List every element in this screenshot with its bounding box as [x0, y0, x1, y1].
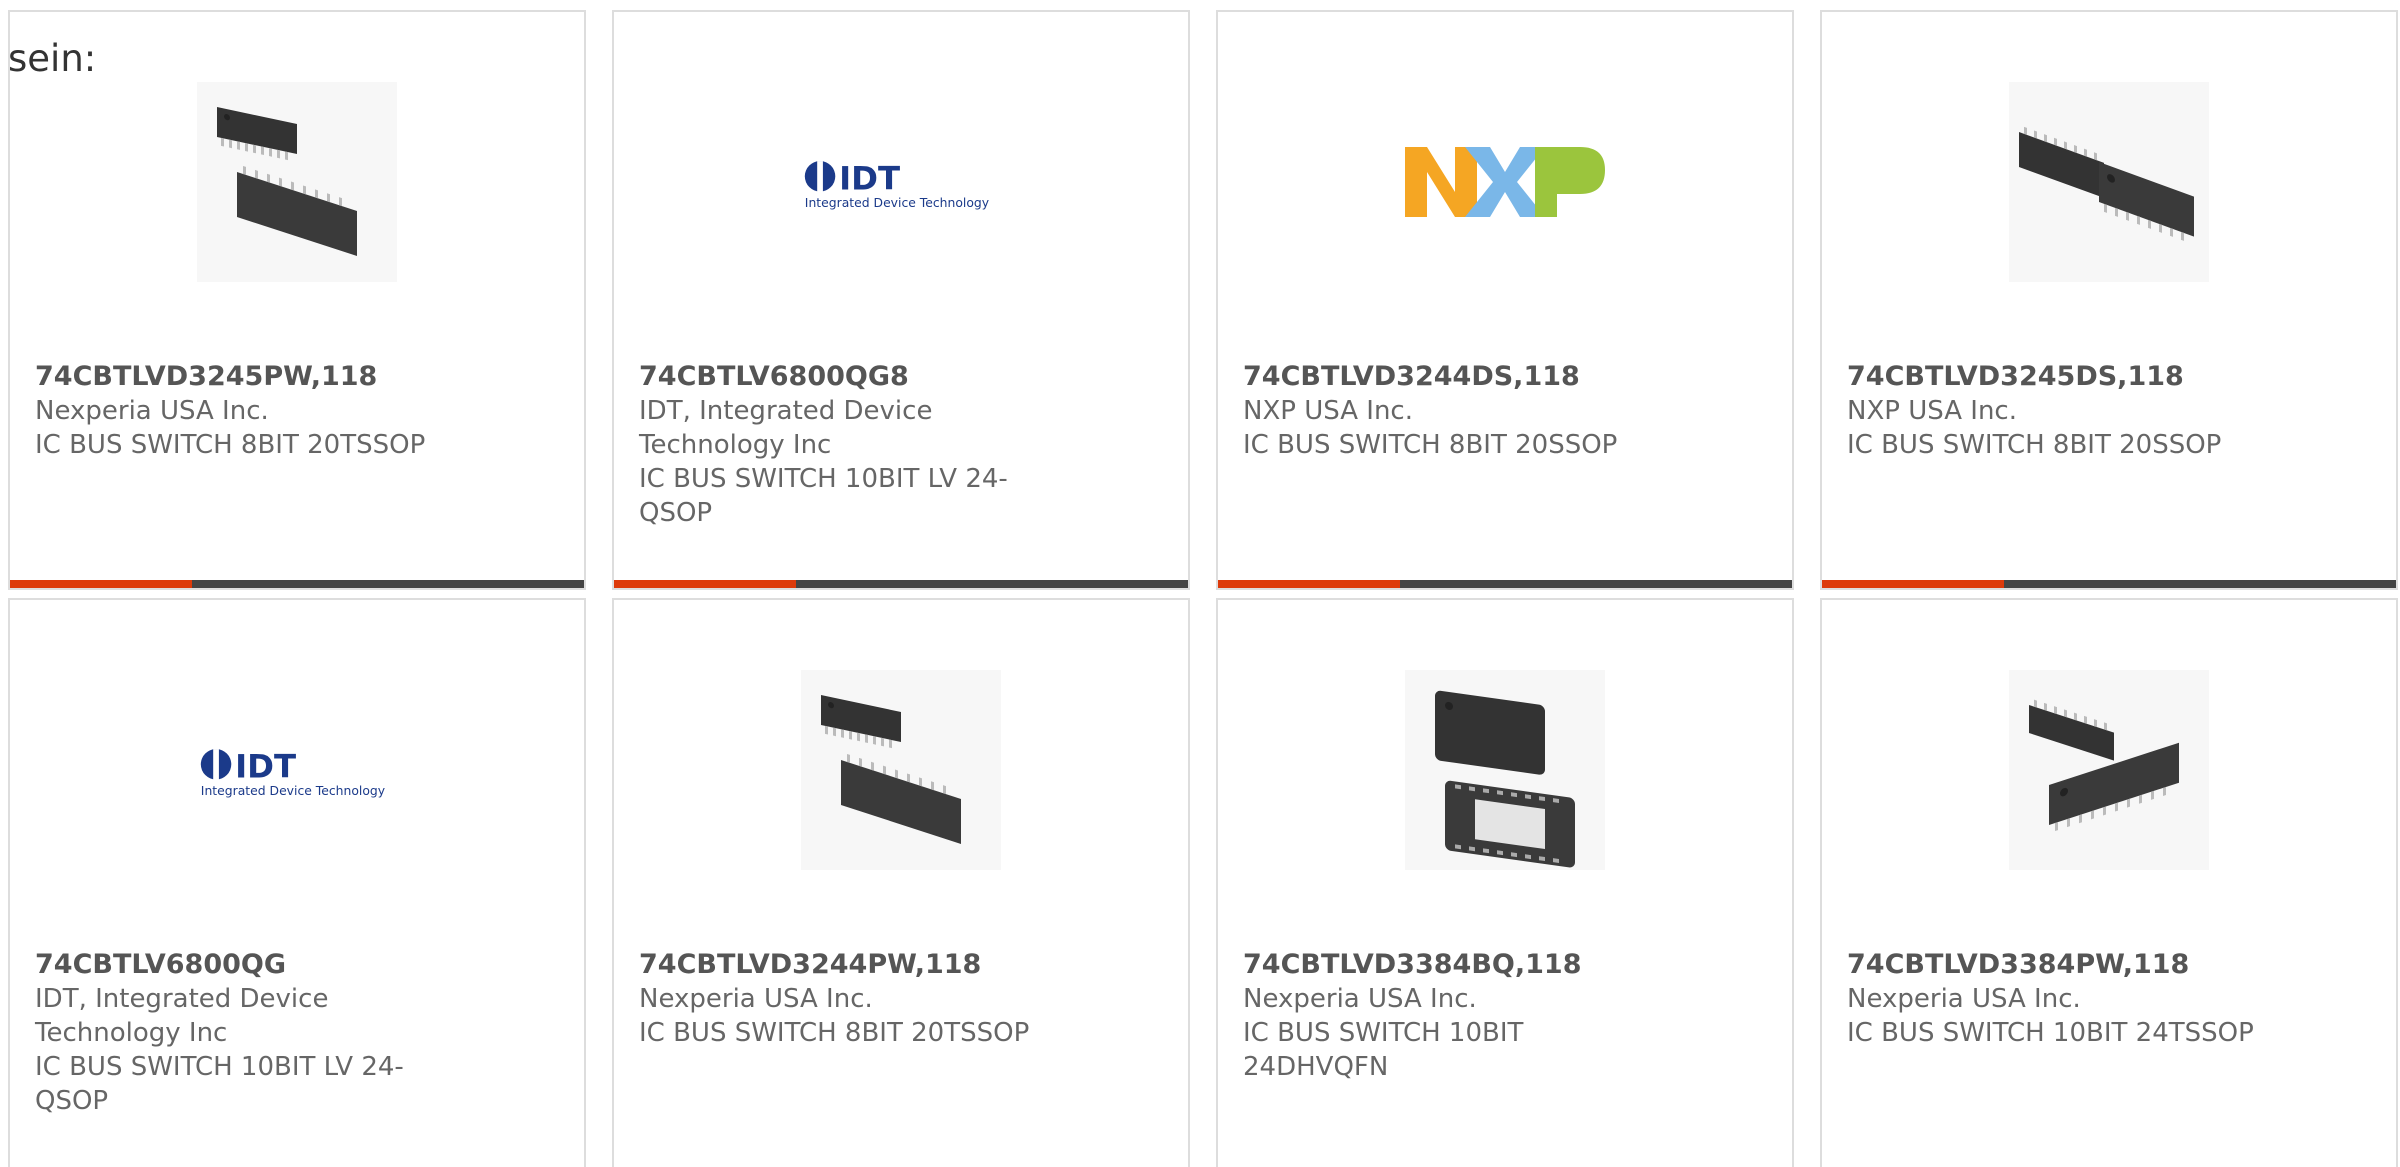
chip-pair-icon — [2009, 82, 2209, 282]
chip-pair-icon — [197, 82, 397, 282]
qfn-chip-icon — [1405, 670, 1605, 870]
part-number[interactable]: 74CBTLVD3384BQ,118 — [1243, 948, 1663, 982]
manufacturer: Nexperia USA Inc. — [35, 396, 269, 426]
card-footer-bar — [10, 580, 584, 588]
svg-text:Integrated Device Technology: Integrated Device Technology — [201, 784, 385, 798]
description: IC BUS SWITCH 8BIT 20SSOP — [1243, 430, 1618, 460]
svg-text:IDT: IDT — [235, 748, 296, 786]
accent-bar — [1218, 580, 1400, 588]
product-info: 74CBTLVD3384PW,118 Nexperia USA Inc. IC … — [1847, 948, 2267, 1050]
card-footer-bar — [614, 580, 1188, 588]
part-number[interactable]: 74CBTLV6800QG8 — [639, 360, 1059, 394]
chip-pair-icon — [801, 670, 1001, 870]
manufacturer: NXP USA Inc. — [1847, 396, 2017, 426]
product-image[interactable] — [1405, 82, 1605, 282]
description: IC BUS SWITCH 8BIT 20TSSOP — [639, 1018, 1030, 1048]
chip-pair-icon — [2009, 670, 2209, 870]
product-image[interactable] — [197, 82, 397, 282]
product-card[interactable]: IDT Integrated Device Technology 74CBTLV… — [8, 598, 586, 1167]
manufacturer: Nexperia USA Inc. — [639, 984, 873, 1014]
product-info: 74CBTLV6800QG8 IDT, Integrated Device Te… — [639, 360, 1059, 530]
accent-bar — [10, 580, 192, 588]
product-card[interactable]: 74CBTLVD3244PW,118 Nexperia USA Inc. IC … — [612, 598, 1190, 1167]
description: IC BUS SWITCH 10BIT 24TSSOP — [1847, 1018, 2254, 1048]
product-image[interactable] — [1405, 670, 1605, 870]
manufacturer: NXP USA Inc. — [1243, 396, 1413, 426]
product-card[interactable]: IDT Integrated Device Technology 74CBTLV… — [612, 10, 1190, 590]
manufacturer: IDT, Integrated Device Technology Inc — [639, 396, 933, 460]
product-grid-page: sein: 74CBTLVD3245PW,118 Nexperia USA In… — [0, 0, 2400, 1167]
idt-logo-icon: IDT Integrated Device Technology — [200, 748, 385, 798]
product-info: 74CBTLV6800QG IDT, Integrated Device Tec… — [35, 948, 455, 1118]
product-info: 74CBTLVD3244PW,118 Nexperia USA Inc. IC … — [639, 948, 1059, 1050]
card-footer-bar — [1218, 580, 1792, 588]
part-number[interactable]: 74CBTLV6800QG — [35, 948, 455, 982]
part-number[interactable]: 74CBTLVD3245DS,118 — [1847, 360, 2267, 394]
product-image[interactable] — [2009, 670, 2209, 870]
description: IC BUS SWITCH 8BIT 20TSSOP — [35, 430, 426, 460]
product-info: 74CBTLVD3245PW,118 Nexperia USA Inc. IC … — [35, 360, 455, 462]
product-info: 74CBTLVD3384BQ,118 Nexperia USA Inc. IC … — [1243, 948, 1663, 1084]
svg-text:Integrated Device Technology: Integrated Device Technology — [805, 196, 989, 210]
nxp-logo-icon — [1405, 147, 1605, 217]
card-footer-bar — [1822, 580, 2396, 588]
svg-text:IDT: IDT — [839, 160, 900, 198]
description: IC BUS SWITCH 10BIT 24DHVQFN — [1243, 1018, 1524, 1082]
product-image[interactable] — [801, 670, 1001, 870]
product-info: 74CBTLVD3245DS,118 NXP USA Inc. IC BUS S… — [1847, 360, 2267, 462]
description: IC BUS SWITCH 10BIT LV 24-QSOP — [639, 464, 1008, 528]
product-card[interactable]: 74CBTLVD3244DS,118 NXP USA Inc. IC BUS S… — [1216, 10, 1794, 590]
part-number[interactable]: 74CBTLVD3384PW,118 — [1847, 948, 2267, 982]
manufacturer: IDT, Integrated Device Technology Inc — [35, 984, 329, 1048]
description: IC BUS SWITCH 10BIT LV 24-QSOP — [35, 1052, 404, 1116]
accent-bar — [614, 580, 796, 588]
part-number[interactable]: 74CBTLVD3244DS,118 — [1243, 360, 1663, 394]
product-info: 74CBTLVD3244DS,118 NXP USA Inc. IC BUS S… — [1243, 360, 1663, 462]
product-image[interactable] — [2009, 82, 2209, 282]
manufacturer: Nexperia USA Inc. — [1847, 984, 2081, 1014]
product-card[interactable]: 74CBTLVD3245DS,118 NXP USA Inc. IC BUS S… — [1820, 10, 2398, 590]
product-card[interactable]: 74CBTLVD3384PW,118 Nexperia USA Inc. IC … — [1820, 598, 2398, 1167]
part-number[interactable]: 74CBTLVD3244PW,118 — [639, 948, 1059, 982]
description: IC BUS SWITCH 8BIT 20SSOP — [1847, 430, 2222, 460]
manufacturer: Nexperia USA Inc. — [1243, 984, 1477, 1014]
accent-bar — [1822, 580, 2004, 588]
product-image[interactable]: IDT Integrated Device Technology — [801, 82, 1001, 282]
product-card[interactable]: 74CBTLVD3384BQ,118 Nexperia USA Inc. IC … — [1216, 598, 1794, 1167]
idt-logo-icon: IDT Integrated Device Technology — [804, 160, 989, 210]
part-number[interactable]: 74CBTLVD3245PW,118 — [35, 360, 455, 394]
product-card[interactable]: 74CBTLVD3245PW,118 Nexperia USA Inc. IC … — [8, 10, 586, 590]
intro-text: sein: — [8, 37, 97, 80]
product-image[interactable]: IDT Integrated Device Technology — [197, 670, 397, 870]
